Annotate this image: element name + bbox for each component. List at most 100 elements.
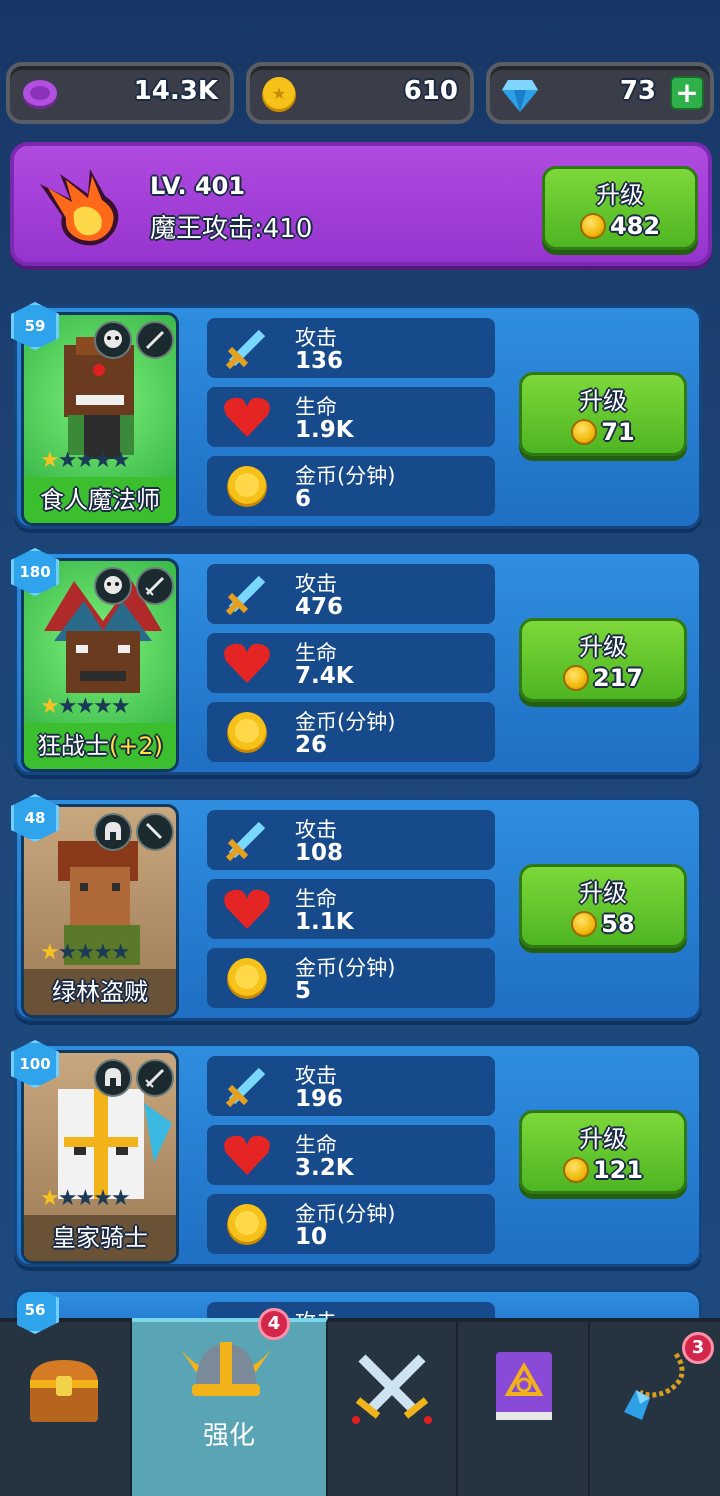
hero-stars: ★★★★★ <box>40 940 131 965</box>
hp-stat: 生命 7.4K <box>207 633 495 693</box>
attack-stat: 攻击 136 <box>207 318 495 378</box>
coin-icon <box>217 1198 277 1250</box>
hp-value: 1.9K <box>295 417 354 443</box>
svg-text:★: ★ <box>272 84 286 103</box>
dagger-icon <box>136 813 174 851</box>
hp-stat: 生命 1.9K <box>207 387 495 447</box>
coin-icon <box>217 706 277 758</box>
gold-rate-stat: 金币(分钟) 26 <box>207 702 495 762</box>
heart-icon <box>217 1129 277 1181</box>
boss-upgrade-panel: LV. 401 魔王攻击:410 升级 482 <box>10 142 712 266</box>
diamond-icon <box>500 76 540 118</box>
tab-battle[interactable] <box>328 1322 458 1496</box>
gold-rate-value: 26 <box>295 732 328 758</box>
hp-value: 1.1K <box>295 909 354 935</box>
hero-stars: ★★★★★ <box>40 1186 131 1211</box>
sword-icon <box>217 322 277 374</box>
upgrade-cost: 58 <box>601 910 635 938</box>
sword-role-icon <box>136 567 174 605</box>
monster-skull-icon <box>94 567 132 605</box>
fireball-icon <box>30 164 130 254</box>
hero-bonus: (+2) <box>108 732 164 760</box>
diamond-display: 73 + <box>486 62 714 124</box>
tab-enhance-label: 强化 <box>202 1421 255 1451</box>
upgrade-label: 升级 <box>579 633 627 661</box>
add-diamond-button[interactable]: + <box>670 76 704 110</box>
coin-icon <box>562 665 589 691</box>
tab-spellbook[interactable] <box>458 1322 590 1496</box>
tab-enhance-badge: 4 <box>258 1308 290 1340</box>
hero-upgrade-button[interactable]: 升级 217 <box>519 618 687 702</box>
sword-icon <box>217 1060 277 1112</box>
monster-skull-icon <box>94 321 132 359</box>
gold-rate-stat: 金币(分钟) 6 <box>207 456 495 516</box>
tab-treasure[interactable] <box>0 1322 132 1496</box>
heart-icon <box>217 637 277 689</box>
coin-icon <box>571 419 598 445</box>
spellbook-icon <box>490 1348 556 1428</box>
attack-value: 136 <box>295 348 344 374</box>
gold-rate-stat: 金币(分钟) 5 <box>207 948 495 1008</box>
upgrade-cost: 217 <box>592 664 644 692</box>
hero-name: 食人魔法师 <box>24 477 176 523</box>
boss-upgrade-cost: 482 <box>609 212 661 240</box>
gold-coin-icon: ★ <box>260 76 298 118</box>
hp-stat: 生命 3.2K <box>207 1125 495 1185</box>
viking-helmet-icon <box>176 1328 276 1412</box>
attack-value: 196 <box>295 1086 344 1112</box>
upgrade-cost: 71 <box>601 418 635 446</box>
heart-icon <box>217 391 277 443</box>
boss-upgrade-button[interactable]: 升级 482 <box>542 166 698 250</box>
crossed-swords-icon <box>350 1350 434 1430</box>
helmet-icon <box>94 1059 132 1097</box>
hero-upgrade-button[interactable]: 升级 71 <box>519 372 687 456</box>
hero-stars: ★★★★★ <box>40 694 131 719</box>
hp-stat: 生命 1.1K <box>207 879 495 939</box>
upgrade-cost: 121 <box>592 1156 644 1184</box>
bottom-nav: 强化 4 3 <box>0 1308 720 1496</box>
hp-value: 3.2K <box>295 1155 354 1181</box>
helmet-icon <box>94 813 132 851</box>
diamond-value: 73 <box>619 76 656 106</box>
attack-stat: 攻击 476 <box>207 564 495 624</box>
sword-icon <box>217 814 277 866</box>
hero-upgrade-button[interactable]: 升级 58 <box>519 864 687 948</box>
attack-value: 476 <box>295 594 344 620</box>
treasure-chest-icon <box>26 1354 102 1430</box>
coin-icon <box>571 911 598 937</box>
boss-upgrade-label: 升级 <box>596 181 644 209</box>
attack-value: 108 <box>295 840 344 866</box>
purple-currency-display: 14.3K <box>6 62 234 124</box>
hero-name: 皇家骑士 <box>24 1215 176 1261</box>
gold-rate-stat: 金币(分钟) 10 <box>207 1194 495 1254</box>
gold-rate-value: 6 <box>295 486 312 512</box>
sword-role-icon <box>136 1059 174 1097</box>
staff-icon <box>136 321 174 359</box>
hero-card: 180 ★★★★★ 狂战士(+2) 攻击 476 生命 7.4K 金币(分钟) … <box>11 548 702 775</box>
hero-name: 狂战士(+2) <box>24 723 176 769</box>
upgrade-label: 升级 <box>579 387 627 415</box>
coin-icon <box>217 952 277 1004</box>
hero-card: 48 ★★★★★ 绿林盗贼 攻击 108 生命 1.1K 金币(分钟) 5 升级… <box>11 794 702 1021</box>
hero-card: 100 ★★★★★ 皇家骑士 攻击 196 生命 3.2K 金币(分钟) 10 … <box>11 1040 702 1267</box>
boss-level: LV. 401 <box>150 172 246 200</box>
attack-stat: 攻击 196 <box>207 1056 495 1116</box>
hero-card: 59 ★★★★★ 食人魔法师 攻击 136 生命 1.9K 金币(分钟) 6 升… <box>11 302 702 529</box>
sword-icon <box>217 568 277 620</box>
attack-stat: 攻击 108 <box>207 810 495 870</box>
hero-name: 绿林盗贼 <box>24 969 176 1015</box>
gold-display: ★ 610 <box>246 62 474 124</box>
boss-attack: 魔王攻击:410 <box>150 214 313 244</box>
coin-icon <box>217 460 277 512</box>
gold-rate-value: 5 <box>295 978 312 1004</box>
upgrade-label: 升级 <box>579 879 627 907</box>
hero-stars: ★★★★★ <box>40 448 131 473</box>
purple-gem-icon <box>20 76 60 116</box>
gold-rate-value: 10 <box>295 1224 328 1250</box>
coin-icon <box>579 213 606 239</box>
tab-enhance[interactable]: 强化 <box>132 1318 328 1496</box>
upgrade-label: 升级 <box>579 1125 627 1153</box>
hero-upgrade-button[interactable]: 升级 121 <box>519 1110 687 1194</box>
heart-icon <box>217 883 277 935</box>
tab-amulet-badge: 3 <box>682 1332 714 1364</box>
